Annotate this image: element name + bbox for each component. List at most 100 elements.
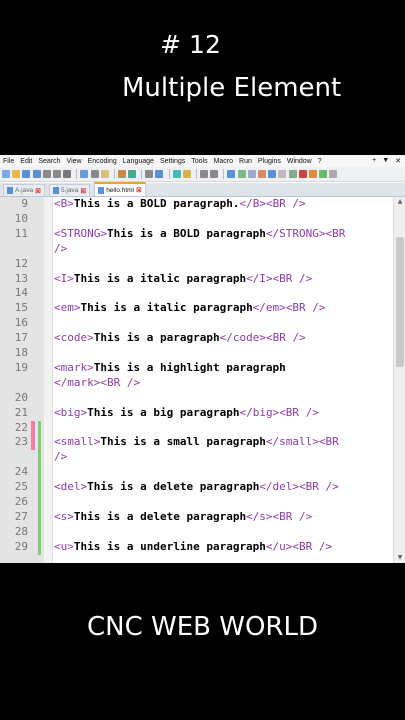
toolbar-button-icon[interactable] (100, 170, 109, 178)
toolbar-button-icon[interactable] (247, 170, 256, 178)
notepadpp-window: File Edit Search View Encoding Language Settin… (0, 155, 405, 563)
toolbar-button-icon[interactable] (237, 170, 246, 178)
episode-number: # 12 (160, 30, 221, 59)
toolbar-button-icon[interactable] (80, 170, 89, 178)
code-line[interactable]: /> (54, 450, 67, 463)
scroll-up-icon[interactable]: ▲ (396, 198, 404, 206)
toolbar-separator (196, 169, 197, 179)
menu-item-language[interactable]: Language (120, 158, 157, 165)
close-tab-icon[interactable]: ⊠ (80, 187, 86, 195)
code-line[interactable]: <s>This is a delete paragraph</s><BR /> (54, 510, 312, 523)
code-line[interactable]: <small>This is a small paragraph</small>… (54, 435, 339, 448)
code-line[interactable]: <del>This is a delete paragraph</del><BR… (54, 480, 339, 493)
tab-5-java[interactable]: 5.java ⊠ (48, 184, 91, 196)
toolbar-button-icon[interactable] (172, 170, 181, 178)
html-tag: <del> (54, 480, 88, 494)
html-tag: /> (54, 450, 68, 464)
menu-item-macro[interactable]: Macro (211, 158, 236, 165)
menu-item-file[interactable]: File (0, 158, 17, 165)
text-content: This is a underline paragraph (73, 539, 266, 553)
close-tab-icon[interactable]: ⊠ (35, 187, 41, 195)
toolbar-button-icon[interactable] (298, 170, 307, 178)
saved-change-marker (38, 420, 41, 555)
toolbar-button-icon[interactable] (329, 170, 338, 178)
menu-item-settings[interactable]: Settings (157, 158, 188, 165)
toolbar-button-icon[interactable] (182, 170, 191, 178)
html-tag: <u> (54, 539, 74, 553)
menu-item-encoding[interactable]: Encoding (85, 158, 120, 165)
toolbar-button-icon[interactable] (257, 170, 266, 178)
toolbar-button-icon[interactable] (308, 170, 317, 178)
text-content: This is a italic paragraph (73, 271, 247, 285)
toolbar-button-icon[interactable] (90, 170, 99, 178)
code-line[interactable]: <em>This is a italic paragraph</em><BR /… (54, 301, 326, 314)
tab-A-java[interactable]: A.java ⊠ (3, 184, 45, 196)
toolbar-separator (223, 169, 225, 179)
line-number: 15 (14, 301, 28, 315)
html-tag: <em> (54, 301, 81, 315)
toolbar-button-icon[interactable] (155, 170, 164, 178)
toolbar-button-icon[interactable] (12, 170, 21, 178)
code-line[interactable]: <mark>This is a highlight paragraph (54, 361, 286, 374)
html-tag: <STRONG> (54, 226, 107, 240)
file-tabs: A.java ⊠ 5.java ⊠ hello.html ⊠ (0, 182, 405, 197)
html-tag: </I><BR /> (246, 271, 313, 285)
html-tag: </mark><BR /> (54, 375, 141, 389)
toolbar-button-icon[interactable] (210, 170, 219, 178)
code-line[interactable]: <code>This is a paragraph</code><BR /> (54, 331, 306, 344)
menu-item-plugins[interactable]: Plugins (255, 158, 284, 165)
scroll-down-icon[interactable]: ▼ (396, 554, 404, 562)
line-number: 25 (14, 480, 28, 494)
menu-item-edit[interactable]: Edit (17, 158, 35, 165)
code-line[interactable]: <STRONG>This is a BOLD paragraph</STRONG… (54, 227, 345, 240)
tab-list-icon[interactable]: ▼ (382, 157, 389, 165)
toolbar-separator (141, 169, 143, 179)
code-area[interactable]: <B>This is a BOLD paragraph.</B><BR /> <S… (54, 197, 393, 563)
code-line[interactable]: <big>This is a big paragraph</big><BR /> (54, 406, 319, 419)
toolbar-button-icon[interactable] (2, 170, 10, 178)
new-tab-icon[interactable]: + (372, 157, 376, 165)
toolbar-button-icon[interactable] (63, 170, 72, 178)
menu-item-window[interactable]: Window (284, 158, 315, 165)
toolbar-button-icon[interactable] (227, 170, 236, 178)
menu-item-tools[interactable]: Tools (188, 158, 210, 165)
toolbar-button-icon[interactable] (145, 170, 154, 178)
toolbar-button-icon[interactable] (268, 170, 277, 178)
toolbar-button-icon[interactable] (200, 170, 208, 178)
menu-item-run[interactable]: Run (236, 158, 255, 165)
toolbar-button-icon[interactable] (319, 170, 328, 178)
toolbar-button-icon[interactable] (128, 170, 137, 178)
close-icon[interactable]: ✕ (395, 157, 401, 165)
code-line[interactable]: /> (54, 242, 67, 255)
vertical-scrollbar[interactable]: ▲ ▼ (393, 197, 405, 563)
line-number: 28 (14, 524, 28, 538)
line-number: 16 (14, 316, 28, 330)
tab-hello-html[interactable]: hello.html ⊠ (94, 182, 146, 196)
toolbar-button-icon[interactable] (278, 170, 287, 178)
html-tag: </B><BR /> (239, 197, 306, 210)
toolbar-button-icon[interactable] (32, 170, 41, 178)
text-content: This is a big paragraph (87, 405, 240, 419)
menu-item-search[interactable]: Search (35, 158, 63, 165)
scroll-thumb[interactable] (396, 237, 404, 367)
menu-item-[interactable]: ? (315, 158, 325, 165)
code-line[interactable]: <u>This is a underline paragraph</u><BR … (54, 540, 332, 553)
toolbar-button-icon[interactable] (288, 170, 297, 178)
toolbar-button-icon[interactable] (117, 170, 126, 178)
menu-item-view[interactable]: View (64, 158, 85, 165)
code-line[interactable]: </mark><BR /> (54, 376, 140, 389)
code-line[interactable]: <B>This is a BOLD paragraph.</B><BR /> (54, 197, 306, 210)
text-content: This is a BOLD paragraph. (73, 197, 240, 210)
text-content: This is a delete paragraph (73, 509, 247, 523)
code-editor[interactable]: 9 10 11 12 13 14 15 16 17 18 19 20 21 22 23 24 25 26 27 28 2… (0, 197, 393, 563)
toolbar-button-icon[interactable] (22, 170, 31, 178)
line-number: 12 (14, 256, 28, 270)
toolbar-button-icon[interactable] (42, 170, 51, 178)
html-tag: </big><BR /> (239, 405, 319, 419)
html-tag: </small><BR (265, 435, 339, 449)
line-number: 19 (14, 360, 28, 374)
toolbar-button-icon[interactable] (52, 170, 61, 178)
tab-label: A.java (15, 187, 34, 194)
close-tab-icon[interactable]: ⊠ (136, 186, 142, 194)
code-line[interactable]: <I>This is a italic paragraph</I><BR /> (54, 272, 312, 285)
